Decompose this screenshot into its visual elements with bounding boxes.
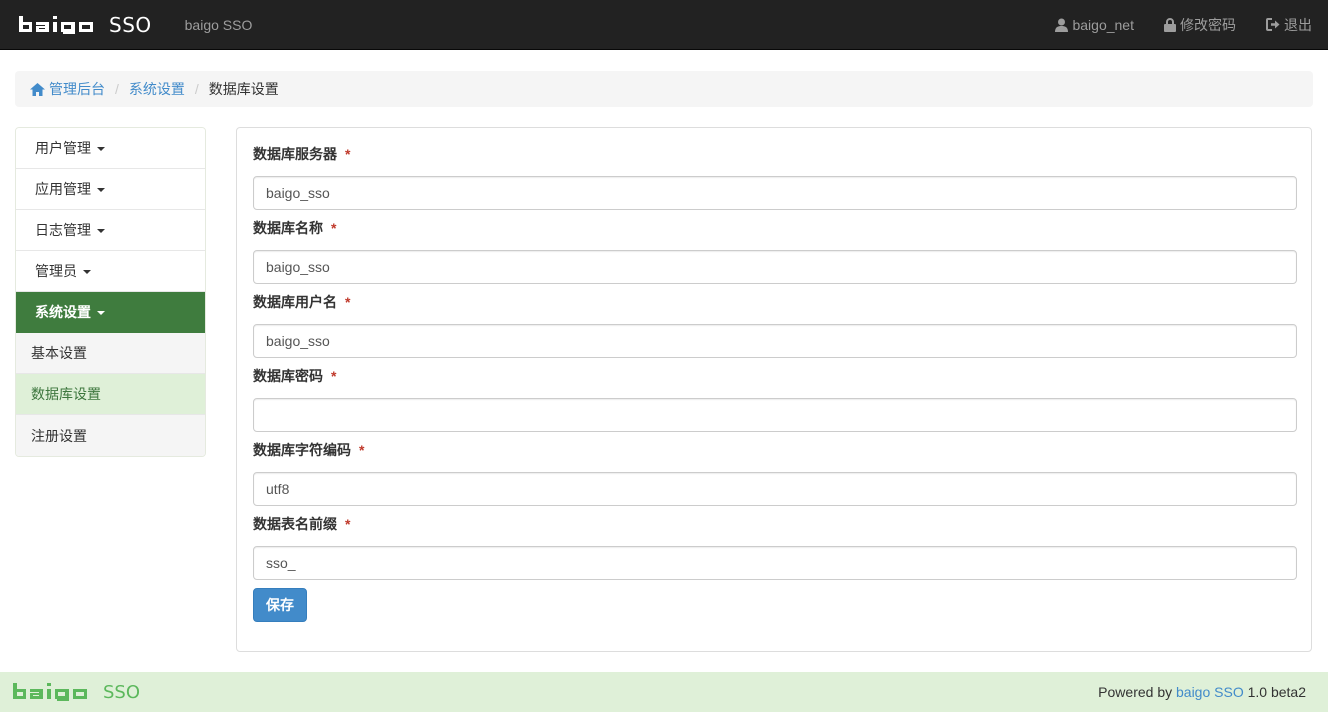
caret-down-icon (97, 188, 105, 192)
change-password-label: 修改密码 (1180, 16, 1236, 33)
sidebar-item-label: 用户管理 (35, 140, 91, 156)
sidebar-item-log-management[interactable]: 日志管理 (16, 210, 205, 251)
user-name: baigo_net (1072, 16, 1134, 33)
baigo-logo-icon (13, 683, 87, 701)
table-prefix-input[interactable] (253, 546, 1297, 580)
powered-by-text: Powered by (1098, 684, 1173, 700)
sidebar-item-user-management[interactable]: 用户管理 (16, 128, 205, 169)
sidebar-item-label: 系统设置 (35, 304, 91, 320)
caret-down-icon (97, 311, 105, 315)
top-navbar: SSO baigo SSO baigo_net 修改密码 退出 (0, 0, 1328, 50)
field-label-text: 数据表名前缀 (253, 516, 337, 532)
change-password-link[interactable]: 修改密码 (1149, 0, 1251, 50)
brand-sso-text: SSO (109, 12, 152, 37)
field-label-text: 数据库字符编码 (253, 442, 351, 458)
field-label: 数据库用户名 * (253, 292, 1297, 312)
nav-title-link[interactable]: baigo SSO (185, 17, 253, 33)
db-password-input[interactable] (253, 398, 1297, 432)
breadcrumb-current: 数据库设置 (208, 81, 279, 97)
logout-link[interactable]: 退出 (1251, 0, 1312, 50)
form-group-db-charset: 数据库字符编码 * (253, 440, 1297, 506)
form-group-db-host: 数据库服务器 * (253, 144, 1297, 210)
field-label-text: 数据库用户名 (253, 294, 337, 310)
required-mark: * (345, 516, 351, 532)
required-mark: * (345, 294, 351, 310)
footer: SSO Powered by baigo SSO 1.0 beta2 (0, 672, 1328, 712)
caret-down-icon (83, 270, 91, 274)
field-label: 数据库名称 * (253, 218, 1297, 238)
footer-sso-text: SSO (103, 681, 141, 703)
sidebar-item-system-settings[interactable]: 系统设置 (16, 292, 205, 333)
nav-right-group: baigo_net 修改密码 退出 (1040, 0, 1312, 50)
field-label-text: 数据库名称 (253, 220, 323, 236)
version-text: 1.0 beta2 (1247, 684, 1306, 700)
sidebar-subitem-registration-settings[interactable]: 注册设置 (16, 415, 205, 456)
required-mark: * (345, 146, 351, 162)
breadcrumb-separator: / (194, 81, 199, 97)
user-link[interactable]: baigo_net (1040, 0, 1149, 50)
breadcrumb-home-label: 管理后台 (49, 81, 105, 97)
field-label: 数据表名前缀 * (253, 514, 1297, 534)
baigo-logo-icon (19, 15, 93, 34)
sidebar-subitem-database-settings[interactable]: 数据库设置 (16, 374, 205, 415)
sidebar-item-app-management[interactable]: 应用管理 (16, 169, 205, 210)
footer-credits: Powered by baigo SSO 1.0 beta2 (1098, 684, 1306, 700)
caret-down-icon (97, 229, 105, 233)
save-button[interactable]: 保存 (253, 588, 307, 622)
sidebar-item-label: 日志管理 (35, 222, 91, 238)
field-label: 数据库字符编码 * (253, 440, 1297, 460)
home-icon (30, 82, 45, 96)
sidebar-subitem-basic-settings[interactable]: 基本设置 (16, 333, 205, 374)
breadcrumb-separator: / (115, 81, 119, 97)
sidebar-item-admins[interactable]: 管理员 (16, 251, 205, 292)
product-link[interactable]: baigo SSO (1176, 684, 1244, 700)
db-host-input[interactable] (253, 176, 1297, 210)
database-settings-panel: 数据库服务器 * 数据库名称 * 数据库用户名 * 数据库密码 * 数据库字符编码 * 数… (236, 127, 1312, 652)
breadcrumb-system-settings[interactable]: 系统设置 (129, 79, 185, 99)
sidebar-menu: 用户管理 应用管理 日志管理 管理员 系统设置 基本设置 数据库设置 注册设置 (15, 127, 206, 457)
required-mark: * (331, 368, 337, 384)
form-group-db-user: 数据库用户名 * (253, 292, 1297, 358)
form-group-db-name: 数据库名称 * (253, 218, 1297, 284)
sidebar-item-label: 应用管理 (35, 181, 91, 197)
footer-brand: SSO (13, 682, 140, 703)
form-group-table-prefix: 数据表名前缀 * (253, 514, 1297, 580)
db-username-input[interactable] (253, 324, 1297, 358)
logout-icon (1266, 18, 1280, 31)
lock-icon (1164, 17, 1176, 32)
db-charset-input[interactable] (253, 472, 1297, 506)
logout-label: 退出 (1284, 16, 1312, 33)
required-mark: * (359, 442, 365, 458)
user-icon (1055, 18, 1069, 32)
brand-logo[interactable]: SSO (19, 0, 152, 50)
field-label-text: 数据库服务器 (253, 146, 337, 162)
caret-down-icon (97, 147, 105, 151)
breadcrumb: 管理后台 / 系统设置 / 数据库设置 (15, 71, 1313, 107)
required-mark: * (331, 220, 337, 236)
breadcrumb-home[interactable]: 管理后台 (30, 79, 105, 99)
db-name-input[interactable] (253, 250, 1297, 284)
field-label: 数据库密码 * (253, 366, 1297, 386)
form-group-db-password: 数据库密码 * (253, 366, 1297, 432)
field-label: 数据库服务器 * (253, 144, 1297, 164)
field-label-text: 数据库密码 (253, 368, 323, 384)
sidebar-item-label: 管理员 (35, 263, 77, 279)
